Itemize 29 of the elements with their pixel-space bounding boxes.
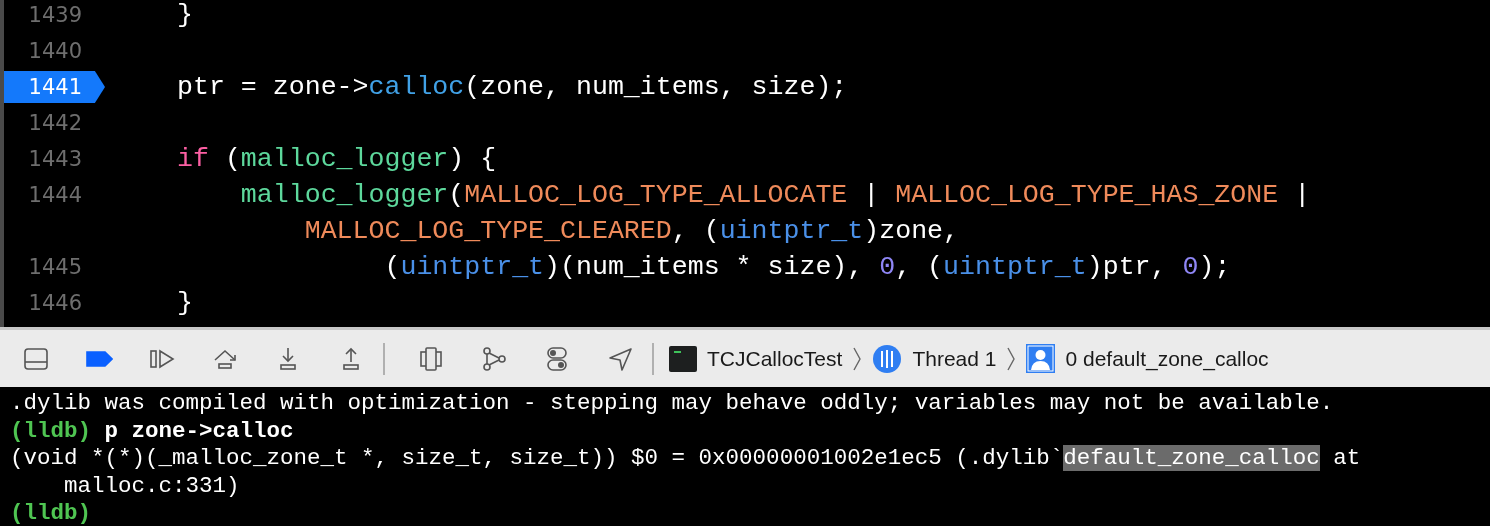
code-line: } [177, 288, 193, 318]
line-number: 1440 [27, 39, 82, 63]
breadcrumb-item[interactable]: 0 default_zone_calloc [1065, 346, 1269, 371]
thread-icon [872, 343, 903, 374]
line-number: 1444 [27, 183, 82, 207]
line-number: 1445 [27, 255, 82, 279]
code-line: } [177, 0, 193, 30]
code-line: ptr = zone->calloc(zone, num_items, size); [177, 72, 848, 102]
line-number: 1439 [27, 3, 82, 27]
terminal-icon [669, 345, 697, 372]
code-line: malloc_logger(MALLOC_LOG_TYPE_ALLOCATE | MALLOC_LOG_TYPE_HAS_ZONE | [239, 180, 1311, 210]
code-line: MALLOC_LOG_TYPE_CLEARED, (uintptr_t)zone, [303, 216, 960, 246]
chevron-icon [852, 345, 863, 372]
console-line: (void *(*)(_malloc_zone_t *, size_t, size_t)) $0 = 0x00000001002e1ec5 (.dylib`default_zone_calloc at [10, 445, 1362, 473]
code-line: (uintptr_t)(num_items * size), 0, (uintptr_t)ptr, 0); [383, 252, 1231, 282]
console-line: malloc.c:331) [63, 472, 241, 500]
memory-graph-icon [480, 344, 508, 373]
user-icon [1026, 344, 1056, 373]
console-line: (lldb) p zone->calloc [10, 417, 295, 445]
breadcrumb-item[interactable]: TCJCallocTest [707, 346, 843, 371]
line-number: 1443 [27, 147, 82, 171]
chevron-icon [1006, 345, 1017, 372]
code-line: if (malloc_logger) { [177, 144, 497, 174]
console-line: (lldb) [10, 500, 92, 526]
view-hierarchy-icon [417, 344, 445, 373]
console-line: .dylib was compiled with optimization - stepping may behave oddly; variables may not be available. [10, 390, 1335, 418]
line-number: 1446 [27, 291, 82, 315]
line-number: 1442 [27, 111, 82, 135]
breadcrumb-item[interactable]: Thread 1 [912, 346, 997, 371]
